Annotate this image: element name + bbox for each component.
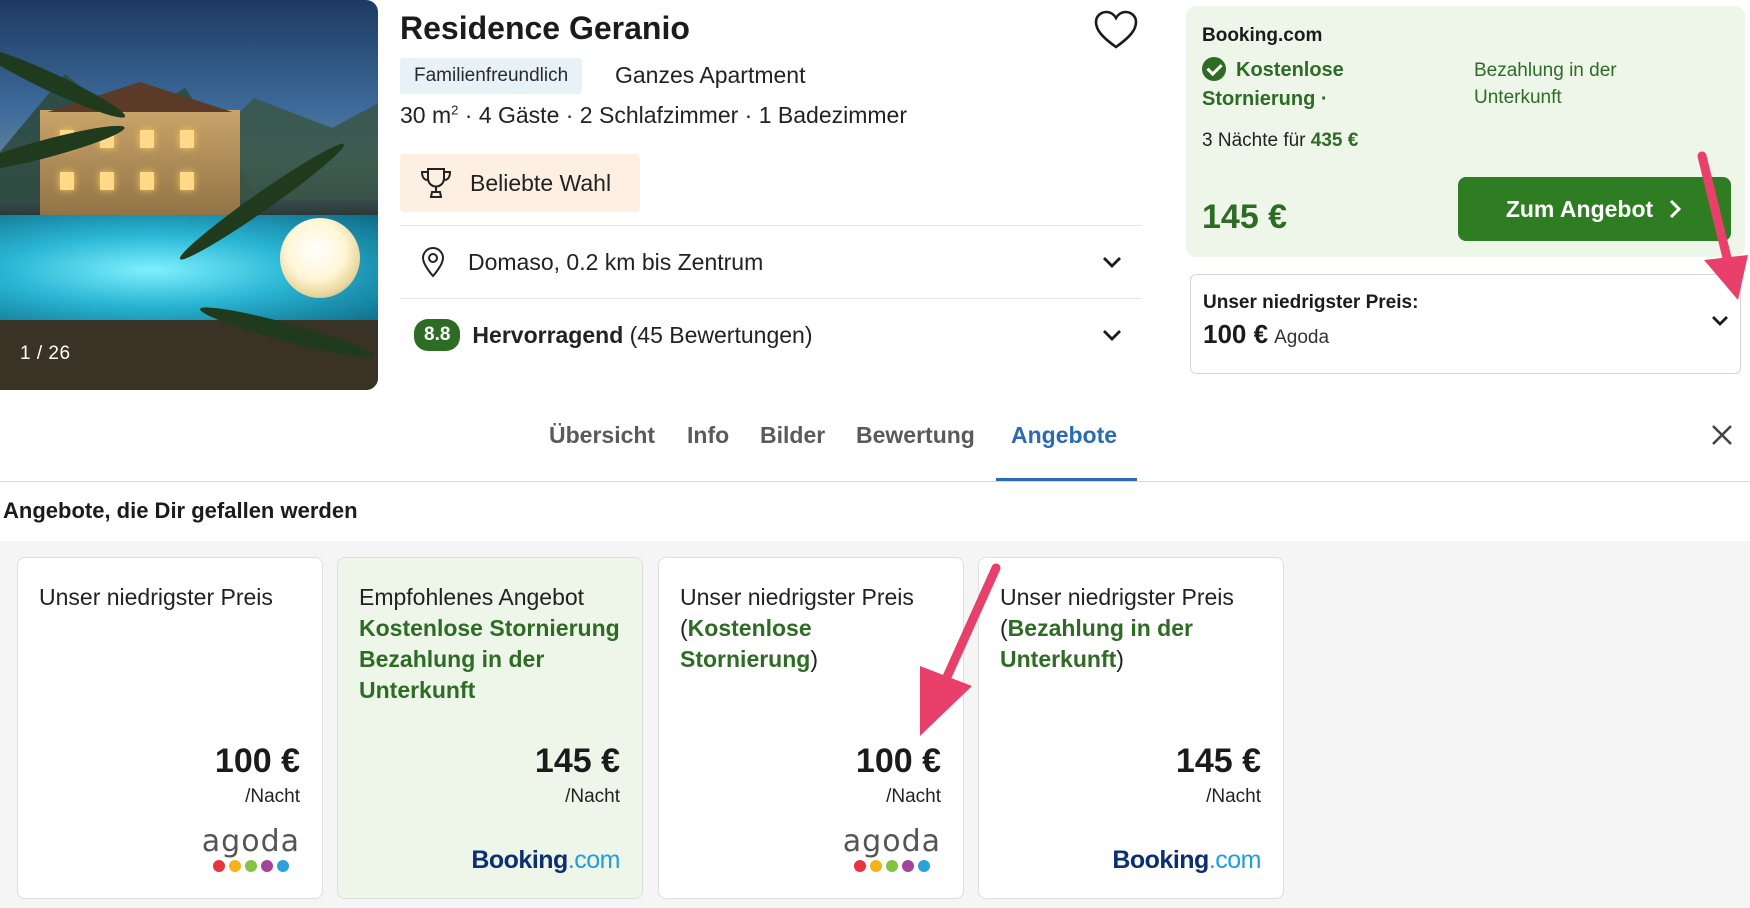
offer-card[interactable]: Unser niedrigster Preis 100 € /Nacht ago…	[17, 557, 323, 899]
family-friendly-tag: Familienfreundlich	[400, 58, 583, 94]
close-icon[interactable]	[1710, 423, 1734, 447]
chevron-down-icon[interactable]	[1100, 250, 1124, 274]
agoda-logo: agoda	[202, 827, 300, 872]
offer-card[interactable]: Unser niedrigster Preis (Bezahlung in de…	[978, 557, 1284, 899]
chevron-down-icon[interactable]	[1100, 323, 1124, 347]
offer-price: 145 €	[534, 742, 620, 780]
offer-card[interactable]: Unser niedrigster Preis (Kostenlose Stor…	[658, 557, 964, 899]
offer-label: Empfohlenes Angebot Kostenlose Stornieru…	[359, 584, 620, 703]
popular-choice-badge: Beliebte Wahl	[400, 154, 640, 212]
photo-lamp	[280, 218, 360, 298]
tab-info[interactable]: Info	[687, 422, 729, 449]
lowest-price-dropdown[interactable]: Unser niedrigster Preis: 100 € Agoda	[1190, 274, 1741, 374]
offer-label: Unser niedrigster Preis (Bezahlung in de…	[1000, 584, 1234, 672]
offer-price: 100 €	[855, 742, 941, 780]
offer-card-recommended[interactable]: Empfohlenes Angebot Kostenlose Stornieru…	[337, 557, 643, 899]
divider	[400, 298, 1142, 299]
offer-price: 100 €	[214, 742, 300, 780]
pay-at-property: Bezahlung in der Unterkunft	[1474, 60, 1617, 108]
free-cancellation: Kostenlose Stornierung ·	[1202, 57, 1344, 110]
offer-price-unit: /Nacht	[1206, 786, 1261, 807]
heart-icon[interactable]	[1094, 10, 1138, 50]
offer-price: 145 €	[1175, 742, 1261, 780]
rating-label: Hervorragend	[472, 321, 624, 348]
offer-price-unit: /Nacht	[245, 786, 300, 807]
lowest-price-value: 100 € Agoda	[1203, 319, 1330, 349]
trophy-icon	[420, 168, 452, 198]
offer-label: Unser niedrigster Preis (Kostenlose Stor…	[680, 584, 914, 672]
lowest-price-title: Unser niedrigster Preis:	[1203, 292, 1419, 313]
photo-building	[40, 110, 240, 230]
nights-total: 3 Nächte für 435 €	[1202, 130, 1359, 151]
deal-price: 145 €	[1202, 198, 1288, 236]
popular-choice-label: Beliebte Wahl	[470, 169, 612, 196]
location-pin-icon	[421, 246, 445, 278]
tab-overview[interactable]: Übersicht	[549, 422, 655, 449]
rating-score-badge: 8.8	[414, 319, 461, 351]
deal-provider: Booking.com	[1202, 25, 1323, 46]
chevron-down-icon[interactable]	[1709, 310, 1731, 332]
tab-photos[interactable]: Bilder	[760, 422, 825, 449]
chevron-right-icon	[1670, 199, 1682, 219]
booking-com-logo: Booking.com	[471, 846, 620, 874]
location-row[interactable]: Domaso, 0.2 km bis Zentrum	[400, 227, 1142, 297]
offer-label: Unser niedrigster Preis	[39, 584, 273, 610]
divider	[400, 225, 1142, 226]
rating-row[interactable]: 8.8 Hervorragend (45 Bewertungen)	[400, 300, 1142, 370]
view-deal-button[interactable]: Zum Angebot	[1458, 177, 1731, 241]
accommodation-type: Ganzes Apartment	[615, 62, 806, 88]
location-text: Domaso, 0.2 km bis Zentrum	[468, 248, 764, 275]
booking-com-logo: Booking.com	[1112, 846, 1261, 874]
hotel-photo[interactable]: 1 / 26	[0, 0, 378, 390]
photo-counter: 1 / 26	[20, 343, 71, 364]
offer-price-unit: /Nacht	[886, 786, 941, 807]
detail-tabs: Übersicht Info Bilder Bewertung Angebote	[0, 395, 1750, 482]
room-specs: 30 m2 · 4 Gäste · 2 Schlafzimmer · 1 Bad…	[400, 102, 907, 128]
rating-count: (45 Bewertungen)	[629, 321, 813, 348]
top-deal-panel: Booking.com Kostenlose Stornierung · Bez…	[1186, 6, 1745, 257]
active-tab-indicator	[996, 478, 1137, 481]
listing-title[interactable]: Residence Geranio	[400, 10, 690, 47]
tab-deals[interactable]: Angebote	[1011, 422, 1117, 449]
offer-price-unit: /Nacht	[565, 786, 620, 807]
tab-reviews[interactable]: Bewertung	[856, 422, 975, 449]
check-circle-icon	[1202, 57, 1226, 81]
agoda-logo: agoda	[843, 827, 941, 872]
offers-section-title: Angebote, die Dir gefallen werden	[3, 498, 358, 523]
